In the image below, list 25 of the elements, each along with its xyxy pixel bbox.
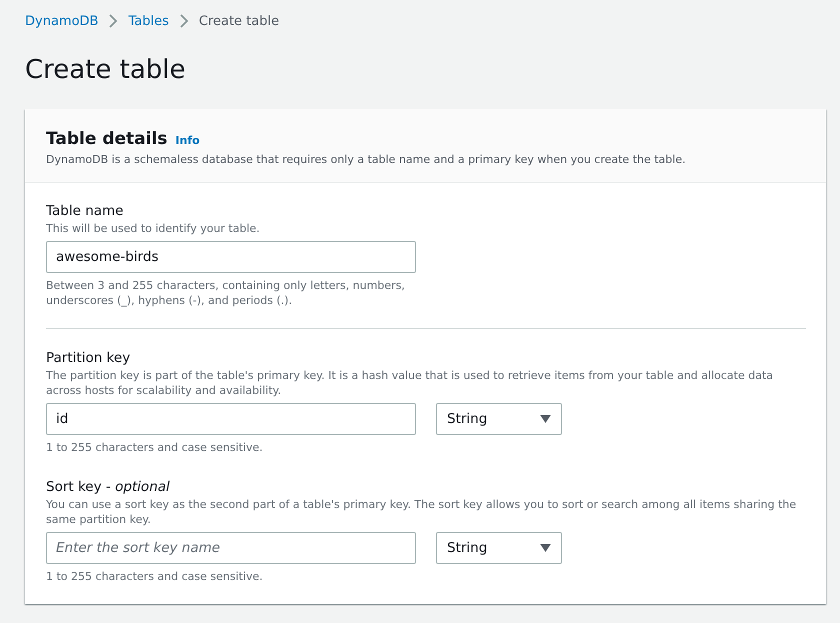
info-link[interactable]: Info (175, 134, 200, 147)
constraint-text: 1 to 255 characters and case sensitive. (46, 440, 264, 455)
input-field[interactable]: Enter the sort key name (46, 532, 416, 564)
breadcrumb-link[interactable]: DynamoDB (25, 14, 98, 28)
breadcrumb-link[interactable]: Tables (128, 14, 169, 28)
field-description: The partition key is part of the table's primary key. It is a hash value that is used to retrieve items from your table and allocate data across hosts for scalability and availability. (46, 368, 774, 398)
field-label: Table name (46, 202, 124, 221)
input-field[interactable]: awesome-birds (46, 241, 416, 273)
chevron-icon (108, 13, 118, 29)
type-dropdown[interactable]: String (436, 403, 562, 435)
input-field[interactable]: id (46, 403, 416, 435)
chevron-icon (178, 13, 189, 29)
breadcrumb-current: Create table (198, 14, 280, 28)
constraint-text: Between 3 and 255 characters, containing only letters, numbers, underscores (_), hyphens (-), and periods (.). (46, 278, 406, 308)
field-label: Partition key (46, 349, 132, 368)
panel-description: DynamoDB is a schemaless database that requires only a table name and a primary key when you create the table. (46, 153, 687, 166)
field-description: You can use a sort key as the second part of a table's primary key. The sort key allows you to sort or search among all items sharing the same partition key. (46, 497, 798, 527)
caret-icon (540, 415, 551, 423)
field-description: This will be used to identify your table. (46, 221, 261, 236)
page-title: Create table (25, 54, 187, 87)
type-dropdown[interactable]: String (436, 532, 562, 564)
constraint-text: 1 to 255 characters and case sensitive. (46, 569, 264, 584)
caret-icon (540, 544, 551, 552)
panel-title: Table details (46, 129, 168, 149)
field-label: Sort key - optional (46, 478, 171, 497)
